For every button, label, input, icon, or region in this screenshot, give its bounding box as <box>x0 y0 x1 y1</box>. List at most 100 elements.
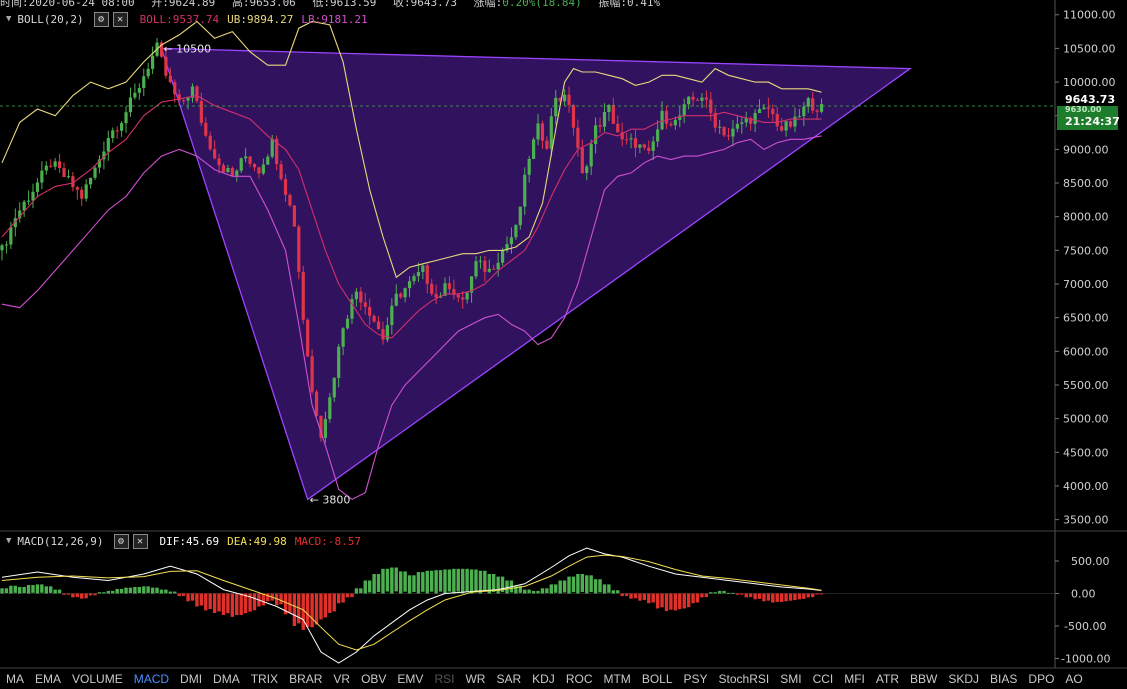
macd-histogram-bar <box>660 593 664 608</box>
macd-histogram-bar <box>186 593 190 602</box>
tab-vr[interactable]: VR <box>333 672 350 686</box>
macd-histogram-bar <box>691 593 695 604</box>
price-axis-label: 7500.00 <box>1063 244 1109 257</box>
tab-macd[interactable]: MACD <box>134 672 169 686</box>
macd-histogram-bar <box>492 574 496 592</box>
macd-histogram-bar <box>722 590 726 594</box>
macd-histogram-bar <box>328 593 332 613</box>
macd-histogram-bar <box>243 593 248 614</box>
candle-body <box>461 297 465 300</box>
tab-atr[interactable]: ATR <box>876 672 899 686</box>
candle-body <box>44 165 48 171</box>
macd-histogram-bar <box>394 567 398 592</box>
price-axis-label: 11000.00 <box>1063 9 1116 22</box>
candle-body <box>208 135 212 150</box>
indicator-tab-bar: MA EMA VOLUME MACD DMI DMA TRIX BRAR VR OBV EMV RSI… <box>0 668 1083 689</box>
macd-histogram-bar <box>341 593 345 603</box>
tab-ma[interactable]: MA <box>6 672 24 686</box>
close-icon[interactable]: ✕ <box>132 533 148 549</box>
macd-histogram-bar <box>474 569 478 592</box>
candle-body <box>128 97 133 113</box>
candle-body <box>434 293 438 298</box>
macd-histogram-bar <box>62 593 66 595</box>
tab-mtm[interactable]: MTM <box>603 672 630 686</box>
macd-histogram-bar <box>421 572 425 592</box>
tab-stochrsi[interactable]: StochRSI <box>719 672 770 686</box>
tab-dma[interactable]: DMA <box>213 672 240 686</box>
macd-histogram-bar <box>469 569 474 594</box>
candle-body <box>549 116 553 149</box>
candle-body <box>9 227 13 245</box>
candle-body <box>257 167 261 174</box>
tab-cci[interactable]: CCI <box>813 672 834 686</box>
macd-histogram-bar <box>102 592 106 594</box>
candle-body <box>602 111 607 127</box>
boll-upper-value: UB:9894.27 <box>227 12 294 26</box>
tab-bias[interactable]: BIAS <box>990 672 1017 686</box>
chart-canvas[interactable]: 11000.0010500.0010000.009500.009000.0085… <box>0 0 1127 689</box>
candle-body <box>186 97 190 101</box>
price-axis-label: 8000.00 <box>1063 211 1109 224</box>
candle-body <box>545 140 549 149</box>
candle-body <box>527 158 531 175</box>
candle-body <box>465 292 469 300</box>
macd-histogram-bar <box>164 589 168 594</box>
tab-bbw[interactable]: BBW <box>910 672 937 686</box>
macd-histogram-bar <box>655 593 660 609</box>
tab-skdj[interactable]: SKDJ <box>948 672 979 686</box>
settings-gear-icon[interactable]: ⚙ <box>93 11 109 27</box>
candle-body <box>815 110 819 112</box>
macd-histogram-bar <box>452 568 456 594</box>
tab-dmi[interactable]: DMI <box>180 672 202 686</box>
macd-histogram-bar <box>97 592 102 594</box>
tab-wr[interactable]: WR <box>465 672 485 686</box>
tab-roc[interactable]: ROC <box>566 672 593 686</box>
dif-line <box>1 547 822 664</box>
dea-value: DEA:49.98 <box>227 534 287 548</box>
tab-volume[interactable]: VOLUME <box>72 672 123 686</box>
macd-header: ▼ MACD(12,26,9) ⚙ ✕ DIF:45.69 DEA:49.98 … <box>0 532 361 550</box>
candle-body <box>230 168 234 176</box>
candle-body <box>314 391 319 416</box>
candle-body <box>354 291 358 300</box>
candle-body <box>173 82 177 95</box>
candle-body <box>376 321 381 330</box>
macd-histogram-bar <box>235 593 239 616</box>
tab-boll[interactable]: BOLL <box>642 672 673 686</box>
tab-sar[interactable]: SAR <box>496 672 521 686</box>
macd-histogram-bar <box>438 570 443 592</box>
macd-histogram-bar <box>779 593 784 602</box>
tab-emv[interactable]: EMV <box>397 672 423 686</box>
macd-histogram-bar <box>18 587 22 594</box>
macd-histogram-bar <box>633 593 638 599</box>
candle-body <box>664 110 669 124</box>
tab-rsi[interactable]: RSI <box>434 672 454 686</box>
candle-body <box>195 86 199 101</box>
candle-body <box>310 356 314 392</box>
tab-psy[interactable]: PSY <box>684 672 708 686</box>
collapse-chevron-icon[interactable]: ▼ <box>6 536 11 546</box>
tab-smi[interactable]: SMI <box>780 672 801 686</box>
candle-body <box>647 147 651 151</box>
candle-body <box>412 276 416 282</box>
settings-gear-icon[interactable]: ⚙ <box>113 533 129 549</box>
price-axis-label: 3500.00 <box>1063 514 1109 527</box>
tab-dpo[interactable]: DPO <box>1028 672 1054 686</box>
collapse-chevron-icon[interactable]: ▼ <box>6 14 11 24</box>
tab-obv[interactable]: OBV <box>361 672 386 686</box>
candle-body <box>594 125 598 145</box>
tab-trix[interactable]: TRIX <box>251 672 278 686</box>
tab-ema[interactable]: EMA <box>35 672 61 686</box>
candle-body <box>4 244 9 246</box>
candle-body <box>120 123 124 131</box>
candle-body <box>811 98 815 111</box>
candle-body <box>731 128 735 137</box>
close-icon[interactable]: ✕ <box>112 11 128 27</box>
macd-histogram-bar <box>266 593 270 602</box>
tab-brar[interactable]: BRAR <box>289 672 322 686</box>
macd-histogram-bar <box>585 575 589 594</box>
tab-ao[interactable]: AO <box>1065 672 1082 686</box>
tab-kdj[interactable]: KDJ <box>532 672 555 686</box>
tab-mfi[interactable]: MFI <box>844 672 865 686</box>
dea-line <box>1 554 822 651</box>
